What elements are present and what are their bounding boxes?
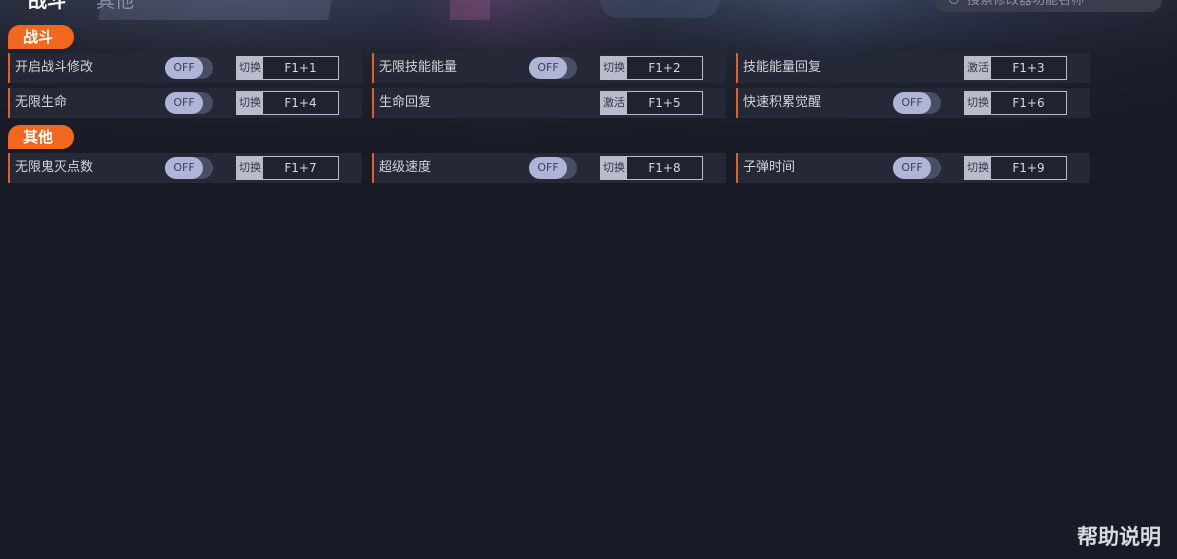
trainer-window: 战斗 其他 帮助说明 战斗开启战斗修改OFF切换F1+1无限技能能量OFF切换F… [0, 0, 1177, 559]
hotkey-box: 切换 F1+2 [600, 56, 703, 80]
cheat-toggle[interactable]: OFF [165, 157, 213, 179]
toggle-state: OFF [529, 57, 567, 79]
hotkey-box: 切换 F1+8 [600, 156, 703, 180]
hotkey-combo[interactable]: F1+9 [991, 157, 1066, 179]
cheat-toggle[interactable]: OFF [165, 57, 213, 79]
toggle-state: OFF [165, 92, 203, 114]
toggle-state: OFF [529, 157, 567, 179]
hotkey-action-button[interactable]: 切换 [237, 92, 263, 114]
cheat-item: 超级速度 OFF 切换 F1+8 [372, 153, 726, 183]
cheat-label: 快速积累觉醒 [743, 95, 822, 110]
cheat-toggle[interactable]: OFF [893, 92, 941, 114]
cheat-label: 无限鬼灭点数 [15, 160, 94, 175]
cheat-item: 技能能量回复 激活 F1+3 [736, 53, 1090, 83]
cheat-toggle[interactable]: OFF [529, 57, 577, 79]
hotkey-box: 切换 F1+6 [964, 91, 1067, 115]
hotkey-action-button[interactable]: 切换 [601, 57, 627, 79]
cheat-toggle[interactable]: OFF [529, 157, 577, 179]
hotkey-box: 切换 F1+7 [236, 156, 339, 180]
cheat-label: 无限技能能量 [379, 60, 458, 75]
hotkey-action-button[interactable]: 切换 [965, 157, 991, 179]
cheat-label: 生命回复 [379, 95, 432, 110]
hotkey-action-button[interactable]: 激活 [601, 92, 627, 114]
hotkey-combo[interactable]: F1+3 [991, 57, 1066, 79]
hotkey-combo[interactable]: F1+2 [627, 57, 702, 79]
cheat-label: 无限生命 [15, 95, 68, 110]
cheat-row: 无限生命 OFF 切换 F1+4 生命回复 激活 F1+5 快速积累觉醒 OFF 切换 F1+6 [8, 88, 1090, 118]
hotkey-box: 激活 F1+3 [964, 56, 1067, 80]
cheat-toggle[interactable]: OFF [893, 157, 941, 179]
hotkey-combo[interactable]: F1+4 [263, 92, 338, 114]
toggle-state: OFF [893, 157, 931, 179]
cheat-item: 快速积累觉醒 OFF 切换 F1+6 [736, 88, 1090, 118]
help-button[interactable]: 帮助说明 [1077, 521, 1161, 551]
hotkey-box: 切换 F1+1 [236, 56, 339, 80]
hotkey-box: 激活 F1+5 [600, 91, 703, 115]
hotkey-combo[interactable]: F1+5 [627, 92, 702, 114]
hotkey-combo[interactable]: F1+1 [263, 57, 338, 79]
cheat-item: 无限技能能量 OFF 切换 F1+2 [372, 53, 726, 83]
cheat-item: 无限生命 OFF 切换 F1+4 [8, 88, 362, 118]
cheat-item: 子弹时间 OFF 切换 F1+9 [736, 153, 1090, 183]
search-icon [949, 0, 961, 6]
hotkey-combo[interactable]: F1+8 [627, 157, 702, 179]
cheat-label: 技能能量回复 [743, 60, 822, 75]
hotkey-action-button[interactable]: 切换 [601, 157, 627, 179]
toggle-state: OFF [893, 92, 931, 114]
search-input[interactable] [967, 0, 1157, 8]
tab-other[interactable]: 其他 [96, 0, 134, 12]
cheat-item: 无限鬼灭点数 OFF 切换 F1+7 [8, 153, 362, 183]
cheat-toggle[interactable]: OFF [165, 92, 213, 114]
section-label: 战斗 [8, 25, 74, 49]
cheat-label: 开启战斗修改 [15, 60, 94, 75]
cheat-item: 生命回复 激活 F1+5 [372, 88, 726, 118]
hotkey-action-button[interactable]: 切换 [237, 157, 263, 179]
cheat-item: 开启战斗修改 OFF 切换 F1+1 [8, 53, 362, 83]
hotkey-combo[interactable]: F1+6 [991, 92, 1066, 114]
hotkey-action-button[interactable]: 激活 [965, 57, 991, 79]
cheat-label: 超级速度 [379, 160, 432, 175]
top-tabs: 战斗 其他 [28, 0, 134, 12]
hotkey-combo[interactable]: F1+7 [263, 157, 338, 179]
hotkey-action-button[interactable]: 切换 [237, 57, 263, 79]
hotkey-action-button[interactable]: 切换 [965, 92, 991, 114]
hotkey-box: 切换 F1+4 [236, 91, 339, 115]
search-box[interactable] [935, 0, 1162, 12]
cheat-row: 开启战斗修改 OFF 切换 F1+1 无限技能能量 OFF 切换 F1+2 技能能量回复 激活 F1… [8, 53, 1090, 83]
section-label: 其他 [8, 125, 74, 149]
tab-combat[interactable]: 战斗 [28, 0, 66, 12]
cheat-label: 子弹时间 [743, 160, 796, 175]
hotkey-box: 切换 F1+9 [964, 156, 1067, 180]
toggle-state: OFF [165, 157, 203, 179]
toggle-state: OFF [165, 57, 203, 79]
cheat-row: 无限鬼灭点数 OFF 切换 F1+7 超级速度 OFF 切换 F1+8 子弹时间 OFF 切换 F1+… [8, 153, 1090, 183]
